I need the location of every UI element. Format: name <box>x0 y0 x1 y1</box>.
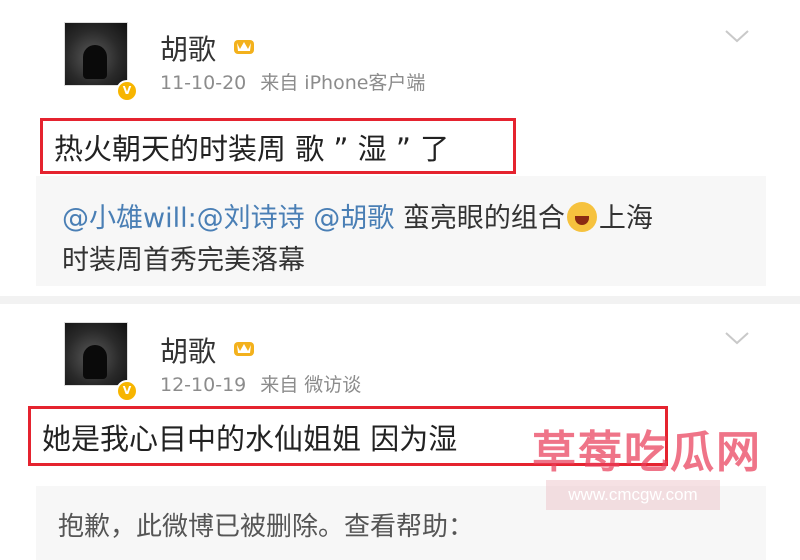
post-meta: 12-10-19 来自 微访谈 <box>160 370 375 397</box>
weibo-post-1: V 胡歌 11-10-20 来自 iPhone客户端 热火朝天的时装周 歌 ” 湿… <box>0 0 800 300</box>
post-source[interactable]: 来自 微访谈 <box>260 374 361 396</box>
avatar[interactable] <box>64 322 128 386</box>
post-source[interactable]: 来自 iPhone客户端 <box>260 72 425 94</box>
post-meta: 11-10-20 来自 iPhone客户端 <box>160 68 439 95</box>
post-content: 她是我心目中的水仙姐姐 因为湿 <box>42 422 458 456</box>
username[interactable]: 胡歌 <box>160 330 216 370</box>
repost-card[interactable]: @小雄will:@刘诗诗 @胡歌 蛮亮眼的组合 上海 时装周首秀完美落幕 <box>36 176 766 286</box>
verified-badge-icon: V <box>116 80 138 102</box>
avatar-figure <box>83 45 107 79</box>
avatar[interactable] <box>64 22 128 86</box>
chevron-down-icon[interactable] <box>724 330 750 346</box>
chevron-down-icon[interactable] <box>724 28 750 44</box>
repost-text: 蛮亮眼的组合 <box>394 203 565 234</box>
repost-text-2: 上海 <box>598 203 653 234</box>
username[interactable]: 胡歌 <box>160 28 216 68</box>
crown-icon <box>234 40 254 54</box>
avatar-figure <box>83 345 107 379</box>
repost-mentions[interactable]: @小雄will:@刘诗诗 @胡歌 <box>62 203 394 234</box>
verified-badge-icon: V <box>116 380 138 402</box>
post-date[interactable]: 12-10-19 <box>160 374 246 396</box>
watermark-url: www.cmcgw.com <box>546 480 720 510</box>
repost-line-1: @小雄will:@刘诗诗 @胡歌 蛮亮眼的组合 上海 <box>62 196 653 235</box>
crown-icon <box>234 342 254 356</box>
deleted-notice: 抱歉，此微博已被删除。查看帮助： <box>58 512 475 542</box>
repost-line-2: 时装周首秀完美落幕 <box>62 245 305 276</box>
post-date[interactable]: 11-10-20 <box>160 72 246 94</box>
laughing-emoji-icon <box>566 202 597 232</box>
watermark-logo: 草莓吃瓜网 <box>532 427 762 478</box>
post-content: 热火朝天的时装周 歌 ” 湿 ” 了 <box>54 132 450 166</box>
